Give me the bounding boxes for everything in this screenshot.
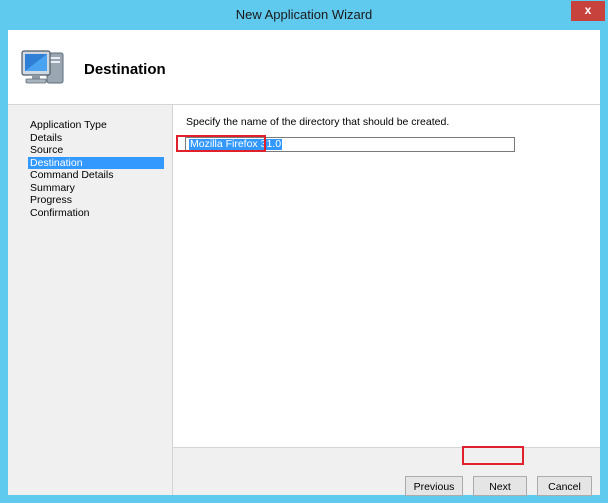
step-destination[interactable]: Destination xyxy=(28,156,164,169)
directory-name-input[interactable]: Mozilla Firefox 31.0 xyxy=(185,137,515,152)
step-confirmation[interactable]: Confirmation xyxy=(28,207,164,220)
step-details[interactable]: Details xyxy=(28,132,164,145)
step-progress[interactable]: Progress xyxy=(28,194,164,207)
step-application-type[interactable]: Application Type xyxy=(28,119,164,132)
computer-icon xyxy=(21,50,64,84)
step-source[interactable]: Source xyxy=(28,144,164,157)
cancel-button[interactable]: Cancel xyxy=(537,476,592,496)
window-title: New Application Wizard xyxy=(235,7,373,22)
wizard-header: Destination xyxy=(8,30,600,105)
page-title: Destination xyxy=(84,61,166,78)
wizard-window: New Application Wizard x Destination App… xyxy=(0,0,608,503)
wizard-steps-panel: Application Type Details Source Destinat… xyxy=(8,105,172,495)
wizard-body: Destination Application Type Details Sou… xyxy=(8,30,600,496)
content-panel: Specify the name of the directory that s… xyxy=(173,105,600,447)
directory-name-value: Mozilla Firefox 31.0 xyxy=(189,138,283,150)
wizard-steps-list: Application Type Details Source Destinat… xyxy=(28,119,164,219)
title-bar[interactable]: New Application Wizard x xyxy=(0,0,608,30)
instruction-text: Specify the name of the directory that s… xyxy=(186,116,450,128)
step-command-details[interactable]: Command Details xyxy=(28,169,164,182)
close-button[interactable]: x xyxy=(571,1,605,21)
step-summary[interactable]: Summary xyxy=(28,182,164,195)
wizard-footer: Previous Next Cancel xyxy=(173,448,600,496)
previous-button[interactable]: Previous xyxy=(405,476,463,496)
next-button[interactable]: Next xyxy=(473,476,527,496)
